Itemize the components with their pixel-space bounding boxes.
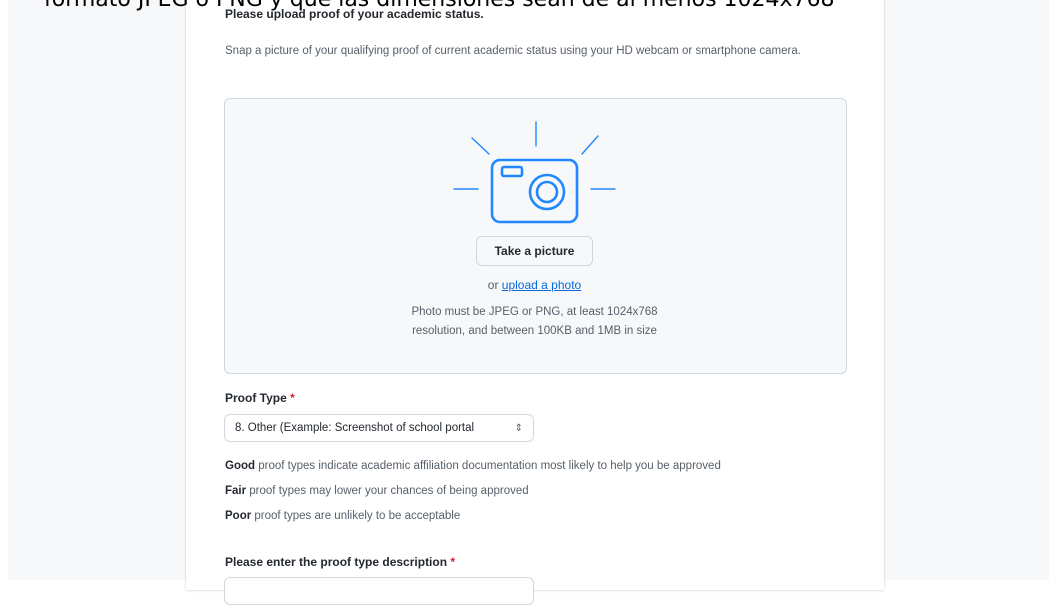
proof-note-good: Good proof types indicate academic affil… bbox=[225, 460, 721, 472]
left-gutter bbox=[8, 0, 186, 580]
photo-requirements: Photo must be JPEG or PNG, at least 1024… bbox=[224, 303, 845, 341]
page-edge bbox=[0, 0, 8, 580]
description-label-text: Please enter the proof type description bbox=[225, 555, 448, 569]
overlay-caption: formato JPEG o PNG y que las dimensiones… bbox=[44, 0, 1044, 13]
take-picture-button[interactable]: Take a picture bbox=[476, 236, 593, 266]
requirements-line-1: Photo must be JPEG or PNG, at least 1024… bbox=[411, 306, 658, 318]
camera-icon bbox=[453, 121, 616, 224]
upload-heading: Please upload proof of your academic sta… bbox=[225, 7, 484, 21]
proof-note-fair: Fair proof types may lower your chances … bbox=[225, 485, 529, 497]
requirements-line-2: resolution, and between 100KB and 1MB in… bbox=[412, 325, 657, 337]
required-mark: * bbox=[450, 555, 456, 569]
proof-type-label-text: Proof Type bbox=[225, 391, 287, 405]
upload-instructions: Snap a picture of your qualifying proof … bbox=[225, 45, 801, 57]
note-grade: Good bbox=[225, 460, 256, 472]
description-input[interactable] bbox=[224, 577, 534, 605]
description-label: Please enter the proof type description … bbox=[225, 555, 455, 569]
note-text: proof types indicate academic affiliatio… bbox=[255, 460, 721, 472]
right-gutter bbox=[884, 0, 1049, 580]
proof-type-label: Proof Type * bbox=[225, 391, 295, 405]
upload-photo-link[interactable]: upload a photo bbox=[502, 278, 581, 292]
note-grade: Poor bbox=[225, 510, 252, 522]
note-text: proof types may lower your chances of be… bbox=[246, 485, 529, 497]
select-arrows-icon: ⇕ bbox=[514, 422, 523, 434]
note-text: proof types are unlikely to be acceptabl… bbox=[251, 510, 461, 522]
required-mark: * bbox=[290, 391, 295, 405]
upload-alternative: or upload a photo bbox=[224, 278, 845, 292]
proof-type-select[interactable]: 8. Other (Example: Screenshot of school … bbox=[224, 414, 534, 442]
or-text: or bbox=[487, 278, 499, 292]
proof-note-poor: Poor proof types are unlikely to be acce… bbox=[225, 510, 460, 522]
proof-type-selected: 8. Other (Example: Screenshot of school … bbox=[235, 422, 475, 434]
note-grade: Fair bbox=[225, 485, 247, 497]
